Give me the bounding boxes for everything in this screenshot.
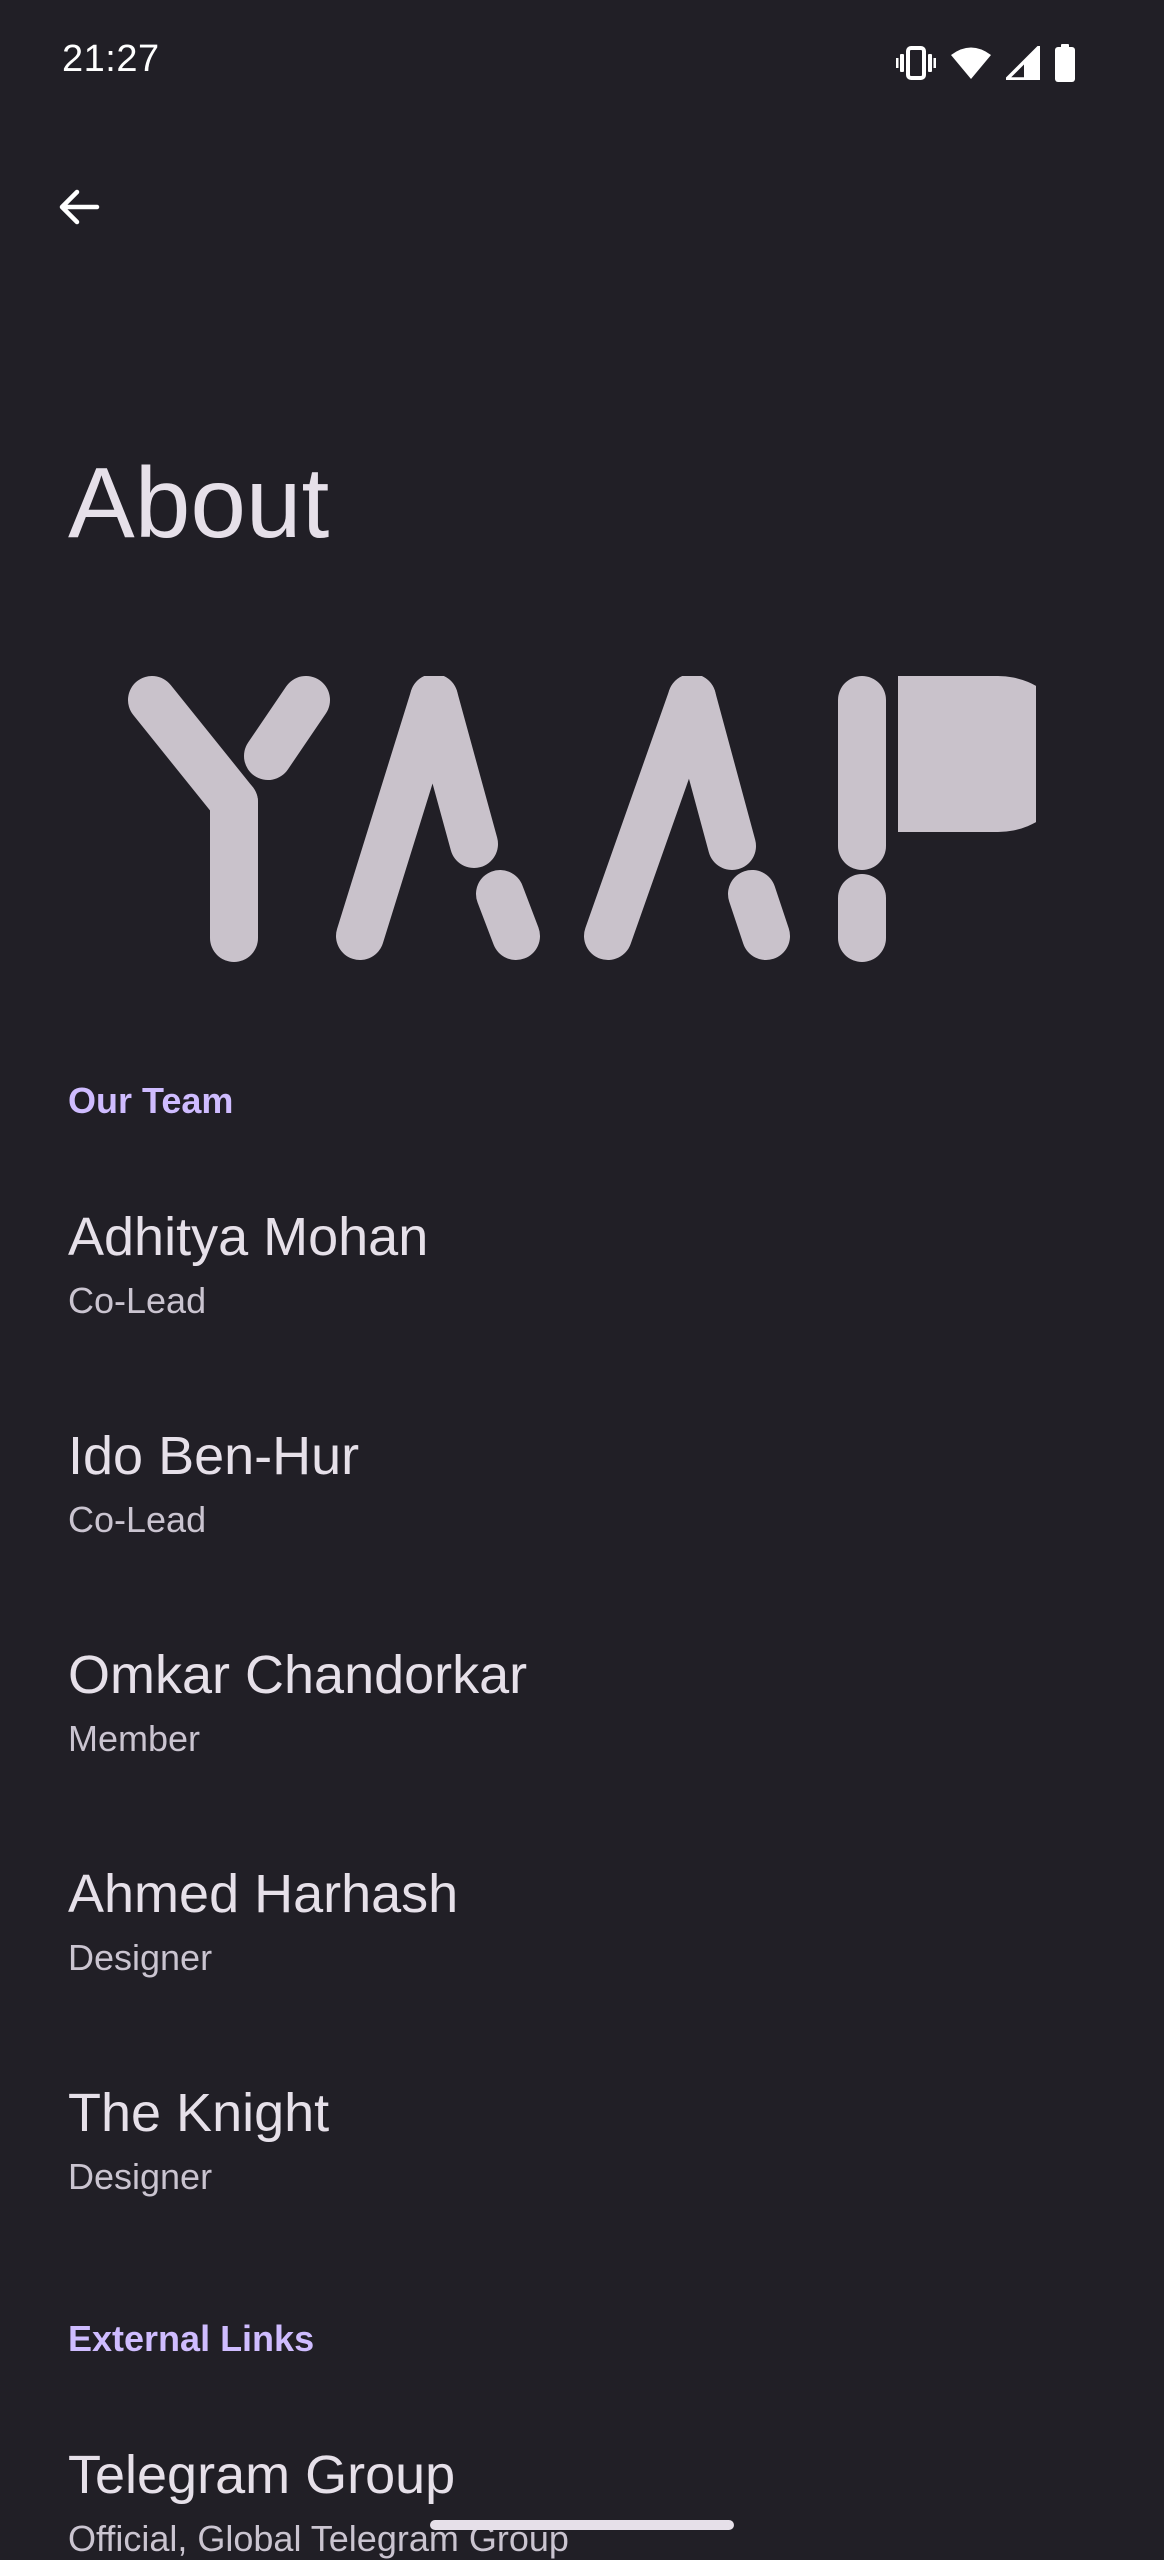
- member-role: Designer: [68, 1937, 213, 1978]
- link-title: Telegram Group: [68, 2445, 456, 2505]
- team-member-the-knight[interactable]: The Knight Designer: [0, 2054, 1164, 2254]
- wifi-icon: [950, 46, 992, 80]
- back-button[interactable]: [38, 168, 120, 250]
- team-member-ahmed-harhash[interactable]: Ahmed Harhash Designer: [0, 1835, 1164, 2035]
- member-role: Member: [68, 1718, 201, 1759]
- member-name: Ido Ben-Hur: [68, 1426, 360, 1486]
- section-header-our-team: Our Team: [68, 1080, 234, 1121]
- section-header-external-links: External Links: [68, 2318, 315, 2359]
- member-name: The Knight: [68, 2083, 330, 2143]
- member-role: Co-Lead: [68, 1280, 207, 1321]
- status-bar: 21:27: [0, 0, 1164, 126]
- team-member-adhitya-mohan[interactable]: Adhitya Mohan Co-Lead: [0, 1178, 1164, 1378]
- arrow-back-icon: [55, 183, 103, 236]
- app-logo: [128, 674, 1076, 964]
- status-time: 21:27: [62, 38, 160, 80]
- member-name: Ahmed Harhash: [68, 1864, 459, 1924]
- status-icons: [896, 44, 1076, 82]
- vibrate-icon: [896, 45, 936, 81]
- member-name: Adhitya Mohan: [68, 1207, 429, 1267]
- battery-icon: [1054, 44, 1076, 82]
- page-title: About: [68, 447, 330, 559]
- member-role: Co-Lead: [68, 1499, 207, 1540]
- link-telegram-group[interactable]: Telegram Group Official, Global Telegram…: [0, 2416, 1164, 2560]
- cellular-signal-icon: [1006, 46, 1040, 80]
- team-member-omkar-chandorkar[interactable]: Omkar Chandorkar Member: [0, 1616, 1164, 1816]
- member-role: Designer: [68, 2156, 213, 2197]
- team-member-ido-ben-hur[interactable]: Ido Ben-Hur Co-Lead: [0, 1397, 1164, 1597]
- gesture-navigation-bar[interactable]: [430, 2520, 734, 2530]
- member-name: Omkar Chandorkar: [68, 1645, 528, 1705]
